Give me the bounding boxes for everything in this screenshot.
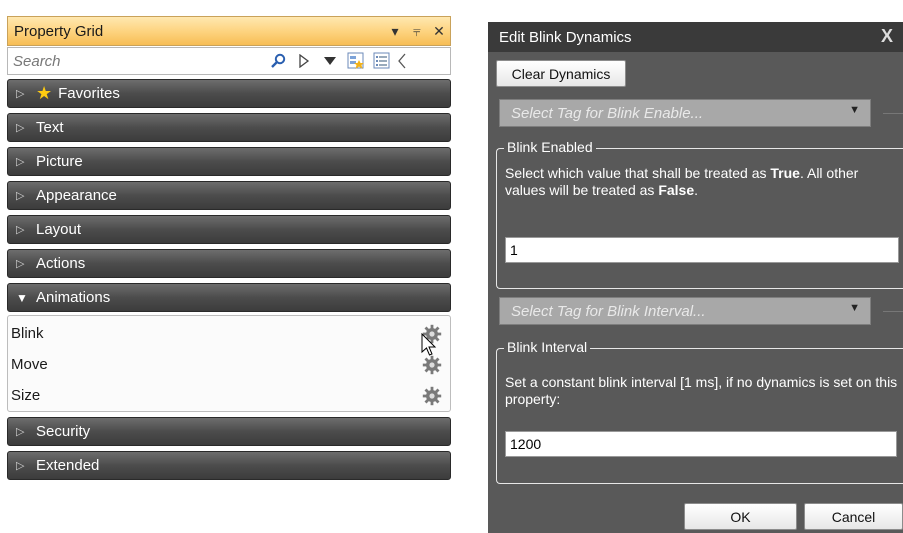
category-animations[interactable]: ▼ Animations bbox=[7, 283, 451, 312]
category-label: Layout bbox=[36, 221, 82, 238]
category-text[interactable]: ▷ Text bbox=[7, 113, 451, 142]
search-icon[interactable] bbox=[265, 49, 291, 73]
blink-enable-tag-select[interactable]: Select Tag for Blink Enable... ▼ bbox=[499, 99, 871, 127]
blink-interval-value-input[interactable] bbox=[505, 431, 897, 457]
property-grid-title: Property Grid bbox=[14, 22, 104, 40]
expand-arrow-icon: ▷ bbox=[16, 122, 25, 134]
edit-blink-dynamics-dialog: Edit Blink Dynamics X Clear Dynamics Sel… bbox=[488, 22, 903, 533]
scroll-left-icon[interactable] bbox=[395, 49, 409, 73]
property-row-size[interactable]: Size bbox=[8, 380, 450, 411]
select-placeholder: Select Tag for Blink Enable... bbox=[511, 104, 704, 122]
blink-interval-tag-select[interactable]: Select Tag for Blink Interval... ▼ bbox=[499, 297, 871, 325]
category-label: Favorites bbox=[58, 85, 120, 102]
description-text: . bbox=[694, 182, 699, 198]
category-label: Security bbox=[36, 423, 91, 440]
category-label: Animations bbox=[36, 289, 111, 306]
property-row-blink[interactable]: Blink bbox=[8, 318, 450, 349]
group-description: Select which value that shall be treated… bbox=[505, 165, 870, 199]
ok-button[interactable]: OK bbox=[684, 503, 797, 530]
search-input[interactable] bbox=[8, 49, 265, 73]
blink-interval-group: Blink Interval Set a constant blink inte… bbox=[496, 339, 903, 484]
collapse-arrow-icon: ▼ bbox=[16, 290, 28, 305]
expand-arrow-icon: ▷ bbox=[16, 426, 25, 438]
category-label: Actions bbox=[36, 255, 86, 272]
blink-enabled-value-input[interactable] bbox=[505, 237, 899, 263]
category-label: Text bbox=[36, 119, 64, 136]
category-actions[interactable]: ▷ Actions bbox=[7, 249, 451, 278]
group-title: Blink Interval bbox=[504, 339, 591, 355]
pin-icon[interactable]: ⫧ bbox=[406, 23, 428, 40]
clear-dynamics-button[interactable]: Clear Dynamics bbox=[496, 60, 626, 87]
category-label: Extended bbox=[36, 457, 100, 474]
expand-arrow-icon: ▷ bbox=[16, 156, 25, 168]
play-outline-icon[interactable] bbox=[291, 49, 317, 73]
description-true: True bbox=[770, 165, 800, 181]
gear-icon[interactable] bbox=[422, 386, 442, 406]
category-appearance[interactable]: ▷ Appearance bbox=[7, 181, 451, 210]
list-view-icon[interactable] bbox=[369, 49, 395, 73]
star-icon: ★ bbox=[36, 83, 53, 103]
mouse-pointer-icon bbox=[421, 332, 437, 360]
animations-property-list: Blink Move Size bbox=[7, 315, 451, 412]
divider bbox=[883, 311, 903, 312]
description-text: Select which value that shall be treated… bbox=[505, 165, 771, 181]
group-description: Set a constant blink interval [1 ms], if… bbox=[505, 374, 898, 407]
cancel-button[interactable]: Cancel bbox=[804, 503, 903, 530]
expand-arrow-icon: ▷ bbox=[16, 460, 25, 472]
dropdown-arrow-icon[interactable]: ▾ bbox=[384, 23, 406, 40]
category-security[interactable]: ▷ Security bbox=[7, 417, 451, 446]
expand-arrow-icon: ▷ bbox=[16, 224, 25, 236]
category-favorites[interactable]: ▷ ★ Favorites bbox=[7, 79, 451, 108]
close-icon[interactable]: ✕ bbox=[428, 23, 450, 40]
category-label: Appearance bbox=[36, 187, 117, 204]
categorized-view-icon[interactable] bbox=[343, 49, 369, 73]
divider bbox=[883, 113, 903, 114]
property-label: Move bbox=[11, 356, 48, 373]
property-grid-panel: Property Grid ▾ ⫧ ✕ ▷ ★ Favorites bbox=[7, 16, 451, 486]
category-list: ▷ ★ Favorites ▷ Text ▷ Picture ▷ Appeara… bbox=[7, 79, 451, 485]
category-picture[interactable]: ▷ Picture bbox=[7, 147, 451, 176]
dropdown-arrow-icon: ▼ bbox=[849, 302, 860, 314]
property-label: Size bbox=[11, 387, 41, 404]
property-row-move[interactable]: Move bbox=[8, 349, 450, 380]
category-label: Picture bbox=[36, 153, 83, 170]
close-icon[interactable]: X bbox=[881, 26, 893, 47]
dropdown-arrow-icon: ▼ bbox=[849, 104, 860, 116]
expand-arrow-icon: ▷ bbox=[16, 190, 25, 202]
select-placeholder: Select Tag for Blink Interval... bbox=[511, 302, 706, 320]
category-layout[interactable]: ▷ Layout bbox=[7, 215, 451, 244]
search-bar bbox=[7, 47, 451, 75]
description-false: False bbox=[658, 182, 695, 198]
category-extended[interactable]: ▷ Extended bbox=[7, 451, 451, 480]
expand-arrow-icon: ▷ bbox=[16, 88, 25, 100]
property-label: Blink bbox=[11, 325, 44, 342]
blink-enabled-group: Blink Enabled Select which value that sh… bbox=[496, 139, 903, 289]
expand-arrow-icon: ▷ bbox=[16, 258, 25, 270]
dialog-titlebar: Edit Blink Dynamics X bbox=[488, 22, 903, 52]
dialog-title: Edit Blink Dynamics bbox=[499, 28, 632, 46]
group-title: Blink Enabled bbox=[504, 139, 596, 155]
property-grid-titlebar: Property Grid ▾ ⫧ ✕ bbox=[7, 16, 451, 46]
filter-down-icon[interactable] bbox=[317, 49, 343, 73]
